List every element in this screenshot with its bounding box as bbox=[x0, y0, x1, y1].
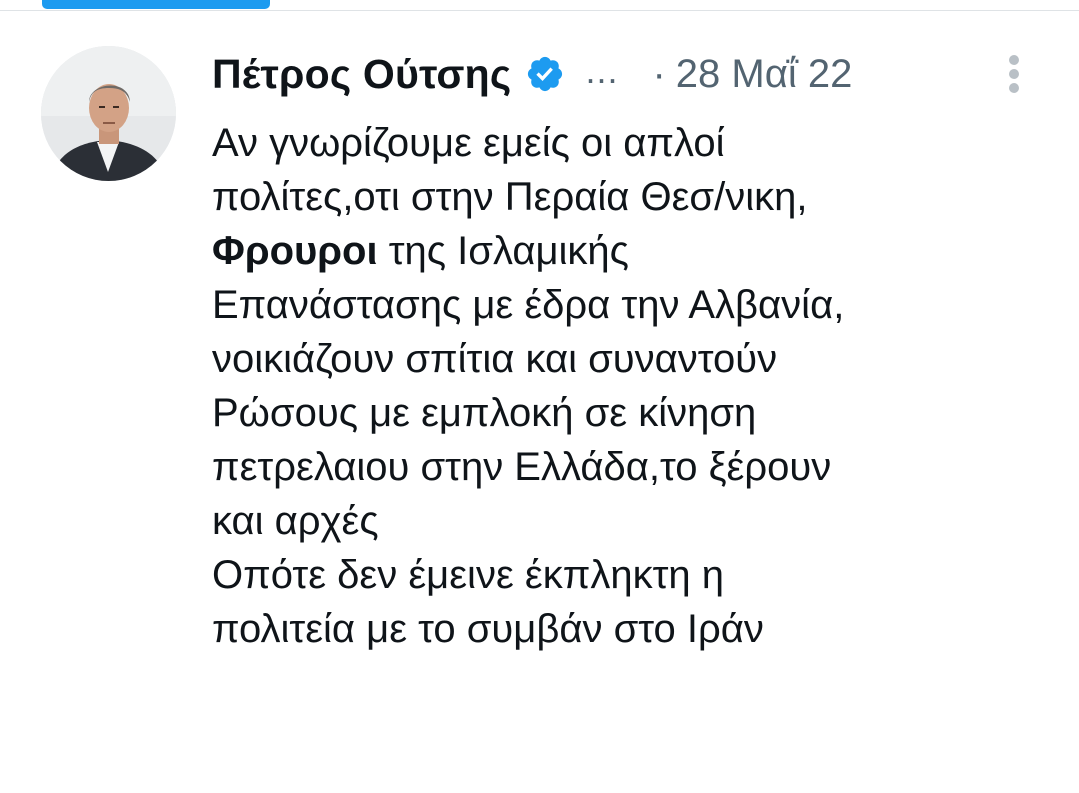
bold-text: Φρουροι bbox=[212, 229, 378, 273]
tweet-line: Οπότε δεν έμεινε έκπληκτη η bbox=[212, 553, 724, 597]
more-options-button[interactable] bbox=[996, 50, 1032, 98]
top-divider bbox=[0, 10, 1079, 11]
active-tab-indicator bbox=[42, 0, 270, 9]
tweet-text: Αν γνωρίζουμε εμείς οι απλοί πολίτες,οτι… bbox=[212, 116, 1042, 656]
tweet-line: Ρώσους με εμπλοκή σε κίνηση bbox=[212, 391, 757, 435]
tweet-line-rest: της Ισλαμικής bbox=[377, 229, 629, 273]
author-name[interactable]: Πέτρος Ούτσης bbox=[212, 51, 511, 98]
post-date[interactable]: 28 Μαΐ 22 bbox=[676, 52, 853, 97]
tweet-line: Επανάστασης με έδρα την Αλβανία, bbox=[212, 283, 845, 327]
tweet-line: και αρχές bbox=[212, 499, 379, 543]
avatar[interactable] bbox=[41, 46, 176, 181]
name-truncation: ... bbox=[585, 50, 619, 91]
avatar-photo bbox=[41, 46, 176, 181]
separator-dot: · bbox=[652, 51, 666, 96]
tweet-line: πολιτεία με το συμβάν στο Ιράν bbox=[212, 607, 764, 651]
tweet-line: Φρουροι της Ισλαμικής bbox=[212, 224, 1042, 278]
tweet-line: πολίτες,οτι στην Περαία Θεσ/νικη, bbox=[212, 175, 808, 219]
tweet-header: Πέτρος Ούτσης ... · 28 Μαΐ 22 bbox=[212, 46, 1032, 102]
tweet-line: Αν γνωρίζουμε εμείς οι απλοί bbox=[212, 121, 725, 165]
verified-badge-icon[interactable] bbox=[525, 54, 565, 94]
tweet-line: νοικιάζουν σπίτια και συναντούν bbox=[212, 337, 778, 381]
tweet-line: πετρελαιου στην Ελλάδα,το ξέρουν bbox=[212, 445, 832, 489]
more-options-vertical-icon bbox=[1009, 55, 1019, 93]
